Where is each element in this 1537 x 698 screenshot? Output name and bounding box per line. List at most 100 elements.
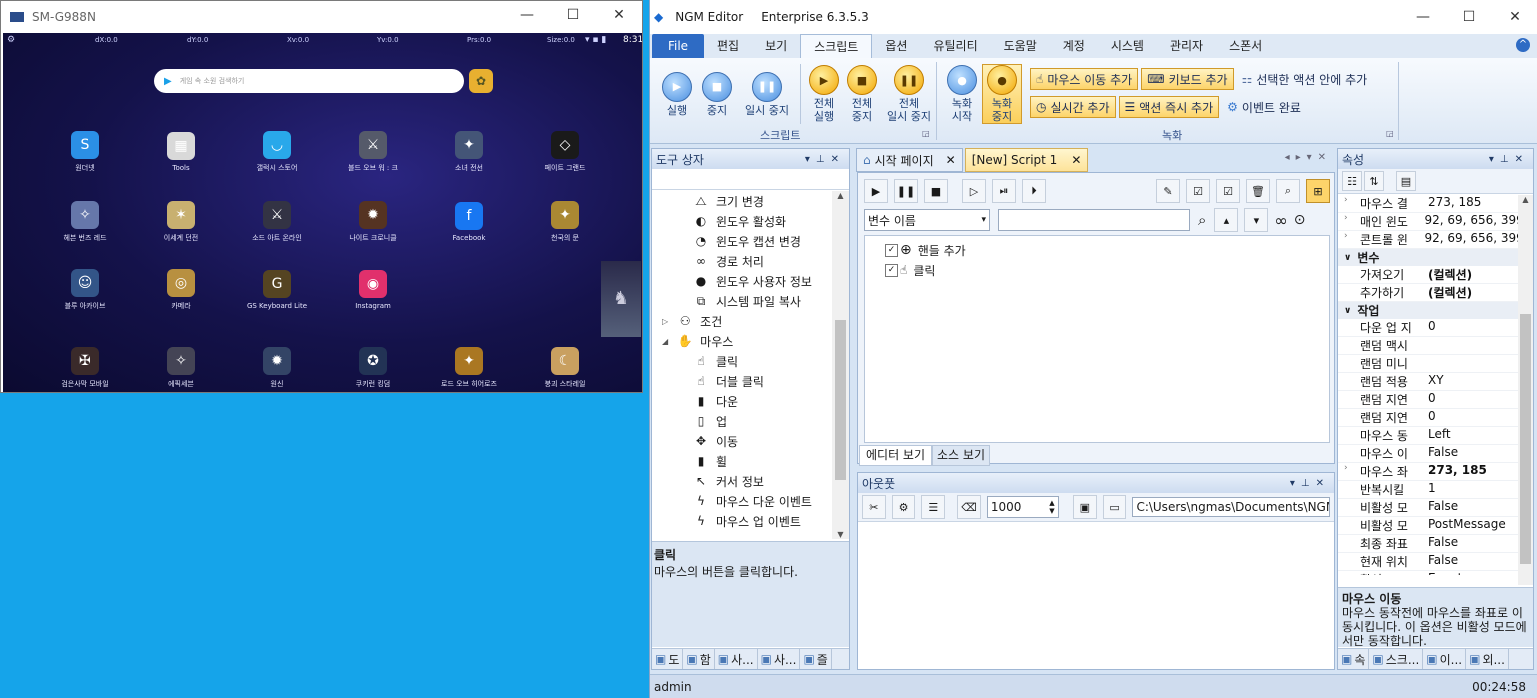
pin-icon[interactable]: ⊥ [816, 154, 831, 165]
toolbox-item[interactable]: ⧍ 크기 변경 [652, 191, 832, 211]
property-value[interactable]: 92, 69, 656, 399 [1417, 213, 1518, 230]
panel-bottom-tab[interactable]: ▣ 즐 [800, 649, 832, 669]
menu-item[interactable]: 도움말 [991, 34, 1050, 58]
app-icon-tile[interactable]: ✪ 쿠키런 킹덤 [333, 347, 413, 389]
property-value[interactable]: False [1420, 553, 1458, 570]
stop-all-button[interactable]: ■ 전체 중지 [843, 65, 881, 123]
app-icon-tile[interactable]: f Facebook [429, 202, 509, 242]
loop-icon[interactable]: ∞ [1274, 211, 1287, 230]
app-icon-tile[interactable]: ◉ Instagram [333, 270, 413, 310]
panel-bottom-tab[interactable]: ▣ 속 [1338, 649, 1370, 669]
toolbox-item[interactable]: ☝ 클릭 [652, 351, 832, 371]
menu-item[interactable]: 유틸리티 [920, 34, 990, 58]
output-path-field[interactable]: C:\Users\ngmas\Documents\NGM6\ [1132, 497, 1330, 517]
property-row[interactable]: 추가하기 (컬렉션) [1338, 284, 1518, 302]
tab-editor-view[interactable]: 에디터 보기 [859, 444, 933, 466]
toolbox-scrollbar[interactable]: ▲ ▼ [832, 191, 849, 539]
property-value[interactable]: Event [1420, 571, 1462, 575]
tab-start-page[interactable]: ⌂ 시작 페이지 ✕ [856, 148, 963, 172]
app-icon-tile[interactable]: ◡ 갤럭시 스토어 [237, 131, 317, 173]
search-icon[interactable]: ⌕ [1198, 211, 1206, 229]
app-icon-tile[interactable]: ☾ 붕괴 스타레일 [525, 347, 605, 389]
toolbox-item[interactable]: ● 윈도우 사용자 정보 [652, 271, 832, 291]
toolbox-item[interactable]: ▮ 다운 [652, 391, 832, 411]
expand-icon[interactable]: › [1344, 213, 1348, 223]
menu-item[interactable]: 옵션 [872, 34, 920, 58]
scroll-up-icon[interactable]: ▲ [832, 191, 849, 200]
record-stop-button[interactable]: ● 녹화 중지 [982, 64, 1022, 124]
app-icon-tile[interactable]: ⚔ 소드 아트 온라인 [237, 201, 317, 243]
close-tab-icon[interactable]: ✕ [1071, 153, 1081, 167]
app-icon-tile[interactable]: ✦ 소녀 전선 [429, 131, 509, 173]
property-row[interactable]: 다운 업 지 0 [1338, 319, 1518, 337]
move-down-icon[interactable]: ▾ [1244, 208, 1269, 232]
app-icon-tile[interactable]: ✦ 로드 오브 히어로즈 [429, 347, 509, 389]
category-variables[interactable]: ∨ 변수 [1338, 249, 1518, 266]
property-value[interactable]: 273, 185 [1420, 195, 1481, 212]
maximize-icon[interactable]: ☐ [550, 7, 596, 23]
scroll-thumb[interactable] [835, 320, 846, 480]
group-launcher-icon[interactable]: ◲ [1386, 129, 1394, 138]
minimize-icon[interactable]: — [504, 7, 550, 23]
app-icon-tile[interactable]: ✹ 나이트 크로니클 [333, 201, 413, 243]
realtime-add-button[interactable]: ◷ 실시간 추가 [1030, 96, 1116, 118]
property-value[interactable]: False [1420, 499, 1458, 516]
move-up-icon[interactable]: ▴ [1214, 208, 1239, 232]
clear-icon[interactable]: ✂ [862, 495, 886, 519]
property-value[interactable]: 1 [1420, 481, 1436, 498]
panel-bottom-tab[interactable]: ▣ 도 [652, 649, 684, 669]
tab-nav-icons[interactable]: ◂▸▾✕ [1285, 152, 1332, 163]
app-icon-tile[interactable]: ✧ 헤븐 번즈 레드 [45, 201, 125, 243]
expand-icon[interactable]: › [1344, 231, 1348, 241]
app-icon-tile[interactable]: ◇ 페이트 그랜드 [525, 131, 605, 173]
dropdown-icon[interactable]: ▾ [1489, 154, 1500, 165]
toolbox-item[interactable]: ◢ ✋ 마우스 [652, 331, 832, 351]
delete-icon[interactable]: 🗑 [1246, 179, 1270, 203]
app-icon-tile[interactable]: S 원더넷 [45, 131, 125, 173]
property-row[interactable]: 반복시킬 1 [1338, 481, 1518, 499]
event-complete-button[interactable]: ⚙ 이벤트 완료 [1222, 97, 1306, 117]
app-icon-tile[interactable]: ✶ 이세계 던전 [141, 201, 221, 243]
selected-action-add-button[interactable]: ⚏ 선택한 액션 안에 추가 [1237, 69, 1373, 89]
more-icon[interactable]: ⊙ [1294, 212, 1306, 228]
categorized-icon[interactable]: ☷ [1342, 171, 1362, 191]
property-row[interactable]: › 마우스 결 273, 185 [1338, 195, 1518, 213]
menu-item[interactable]: 스크립트 [800, 33, 873, 59]
property-value[interactable]: (컬렉션) [1420, 266, 1472, 283]
toolbox-item[interactable]: ϟ 마우스 다운 이벤트 [652, 491, 832, 511]
record-start-button[interactable]: ● 녹화 시작 [942, 65, 982, 123]
toolbox-item[interactable]: ⧉ 시스템 파일 복사 [652, 291, 832, 311]
property-value[interactable]: XY [1420, 373, 1444, 390]
help-icon[interactable]: ^ [1516, 38, 1530, 52]
app-icon-tile[interactable]: ✠ 검은사막 모바일 [45, 347, 125, 389]
action-immediate-add-button[interactable]: ☰ 액션 즉시 추가 [1118, 96, 1220, 118]
keyboard-add-button[interactable]: ⌨ 키보드 추가 [1141, 68, 1234, 90]
property-row[interactable]: 마우스 동 Left [1338, 427, 1518, 445]
menu-item[interactable]: 보기 [752, 34, 800, 58]
toolbox-item[interactable]: ◔ 윈도우 캡션 변경 [652, 231, 832, 251]
phone-screen[interactable]: ⚙ dX:0.0 dY:0.0 Xv:0.0 Yv:0.0 Prs:0.0 Si… [3, 33, 642, 392]
scroll-down-icon[interactable]: ▼ [832, 530, 849, 539]
close-icon[interactable]: ✕ [596, 7, 642, 23]
property-row[interactable]: › 마우스 좌 273, 185 [1338, 463, 1518, 481]
output-count-stepper[interactable]: 1000 ▲ ▼ [986, 496, 1059, 518]
panel-bottom-tab[interactable]: ▣ 외... [1466, 649, 1509, 669]
scroll-up-icon[interactable]: ▲ [1518, 195, 1533, 204]
toolbox-search-input[interactable] [652, 169, 849, 190]
app-icon-tile[interactable]: ✹ 원신 [237, 347, 317, 389]
category-work[interactable]: ∨ 작업 [1338, 302, 1518, 319]
property-value[interactable]: 0 [1420, 409, 1436, 426]
property-value[interactable] [1420, 355, 1428, 372]
close-icon[interactable]: ✕ [1316, 478, 1330, 489]
toolbox-item[interactable]: ϟ 마우스 업 이벤트 [652, 511, 832, 531]
toolbox-item[interactable]: ▷ ⚇ 조건 [652, 311, 832, 331]
property-value[interactable]: 273, 185 [1420, 463, 1487, 480]
property-value[interactable]: (컬렉션) [1420, 284, 1472, 301]
pin-icon[interactable]: ⊥ [1500, 154, 1515, 165]
character-widget-icon[interactable]: ♞ [601, 261, 641, 337]
check-icon[interactable]: ☑ [1186, 179, 1210, 203]
toolbox-item[interactable]: ✥ 이동 [652, 431, 832, 451]
phone-search-bar[interactable]: ▶ 게임 속 소원 검색하기 [154, 69, 464, 93]
menu-item[interactable]: 편집 [704, 34, 752, 58]
app-icon-tile[interactable]: G GS Keyboard Lite [237, 270, 317, 310]
